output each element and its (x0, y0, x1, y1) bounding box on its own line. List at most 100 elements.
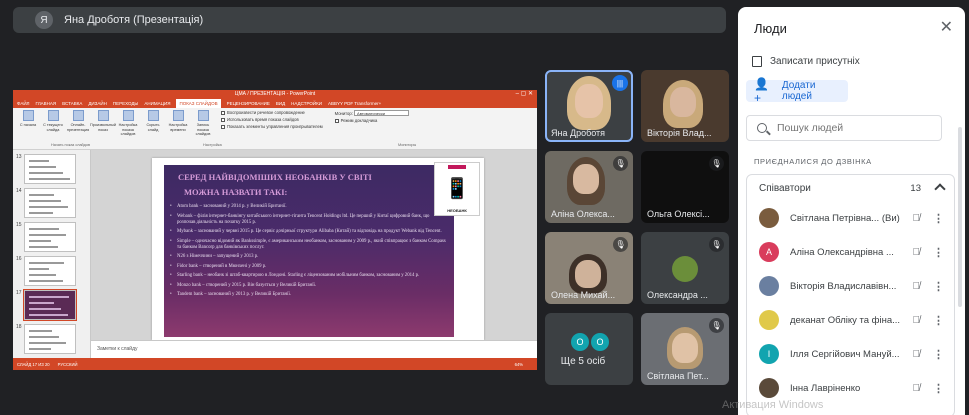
more-options-icon[interactable]: ⋮ (933, 382, 944, 395)
slide-bullet-list: Atom bank – заснований у 2014 р. у Велик… (170, 204, 448, 298)
ppt-ribbon: С начала С текущего слайда Онлайн-презента… (13, 108, 537, 150)
participant-face (575, 260, 601, 288)
more-options-icon[interactable]: ⋮ (933, 280, 944, 293)
presenter-avatar: Я (35, 11, 53, 29)
ribbon-button-label: Произвольный показ (90, 123, 116, 132)
participant-name: Ольга Олексі... (647, 209, 710, 219)
thumbnail-line (29, 234, 66, 236)
participant-row[interactable]: Вікторія Владиславівн... 🎙̸ ⋮ (747, 269, 954, 303)
group-header[interactable]: Співавтори 13 (747, 175, 954, 201)
participant-tile[interactable]: 🎙 Світлана Пет... (641, 313, 729, 385)
more-options-icon[interactable]: ⋮ (933, 348, 944, 361)
ribbon-monitor: Монитор: Автоматически Режим докладчика (334, 110, 410, 147)
participant-tile[interactable]: Вікторія Влад... (641, 70, 729, 142)
participant-tile[interactable]: ||| Яна Дроботя (545, 70, 633, 142)
monitor-label: Монитор: (334, 110, 353, 116)
slide-number: 16 (16, 256, 22, 262)
mic-off-icon: 🎙 (709, 237, 724, 252)
participant-row[interactable]: деканат Обліку та фіна... 🎙̸ ⋮ (747, 303, 954, 337)
presenter-bar[interactable]: Я Яна Дроботя (Презентація) (13, 7, 726, 33)
ribbon-button: Настройка показа слайдов (117, 110, 139, 147)
mic-off-icon[interactable]: 🎙̸ (913, 281, 921, 292)
mic-off-icon: 🎙 (613, 237, 628, 252)
windows-activation-watermark: Активация Windows (722, 399, 824, 411)
checkbox (221, 110, 225, 115)
record-attendance-button[interactable]: Записати присутніх (752, 56, 860, 67)
collaborators-group: Співавтори 13 Світлана Петрівна... (Ви) 🎙… (746, 174, 955, 415)
participant-face (575, 84, 603, 118)
presenter-view-check: Режим докладчика (334, 118, 409, 123)
thumbnail-line (29, 296, 69, 298)
ribbon-button: Запись показа слайдов (192, 110, 214, 147)
participant-row[interactable]: Світлана Петрівна... (Ви) 🎙̸ ⋮ (747, 201, 954, 235)
participant-tile[interactable]: 🎙 Олександра ... (641, 232, 729, 304)
more-options-icon[interactable]: ⋮ (933, 314, 944, 327)
ppt-tab: АНИМАЦИЯ (144, 101, 171, 106)
thumbnail-line (29, 280, 63, 282)
participant-face (672, 333, 698, 363)
person-add-icon: 👤+ (754, 77, 769, 105)
slide-bullet: Simple – одночасно відомий як Bankssimpl… (170, 239, 448, 251)
status-zoom: 64% (514, 361, 523, 367)
record-attendance-label: Записати присутніх (770, 56, 860, 67)
ribbon-icon (22, 110, 34, 121)
chevron-up-icon (934, 183, 946, 195)
ppt-tab: РЕЦЕНЗИРОВАНИЕ (226, 101, 270, 106)
slide-bullet: Tandem bank – заснований у 2013 р. у Вел… (170, 292, 448, 298)
mic-off-icon[interactable]: 🎙̸ (913, 213, 921, 224)
ribbon-checkbox: Использовать время показа слайдов (221, 117, 323, 122)
mic-off-icon: 🎙 (709, 318, 724, 333)
participant-tile[interactable]: 🎙 Олена Михай... (545, 232, 633, 304)
slide-number: 13 (16, 154, 22, 160)
ppt-window-title: ЦМА / ПРЕЗЕНТАЦІЯ - PowerPoint – ▢ ✕ (13, 90, 537, 99)
participant-tile[interactable]: 🎙 Ольга Олексі... (641, 151, 729, 223)
avatar (759, 208, 779, 228)
ribbon-icon (197, 110, 209, 121)
panel-scrollbar[interactable] (958, 127, 962, 307)
slide-thumbnail: 14 (16, 188, 76, 218)
others-count-label: Ще 5 осіб (560, 356, 606, 367)
logo-caption: НЕОБАНК (447, 208, 467, 213)
more-options-icon[interactable]: ⋮ (933, 246, 944, 259)
presenter-title: Яна Дроботя (Презентація) (64, 14, 204, 26)
slide-notes: Заметки к слайду (91, 340, 537, 358)
mic-off-icon[interactable]: 🎙̸ (913, 349, 921, 360)
thumbnail-line (29, 178, 70, 180)
ribbon-button: Настройка времени (167, 110, 189, 147)
mic-off-icon[interactable]: 🎙̸ (913, 315, 921, 326)
more-options-icon[interactable]: ⋮ (933, 212, 944, 225)
people-panel: Люди ✕ Записати присутніх 👤+ Додати люде… (738, 7, 965, 415)
search-box[interactable] (746, 115, 942, 141)
thumbnail-line (29, 194, 54, 196)
slide-bullet: Webank – філія інтернет-банкінгу китайсь… (170, 214, 448, 226)
others-tile[interactable]: О О Ще 5 осіб (545, 313, 633, 385)
checkbox-label: Воспроизвести речевое сопровождение (227, 110, 305, 115)
participant-row[interactable]: I Ілля Сергійович Мануй... 🎙̸ ⋮ (747, 337, 954, 371)
search-input[interactable] (777, 122, 927, 134)
participant-name: Аліна Олекса... (551, 209, 615, 219)
slide-bullet: N26 з Німеччини – запущений у 2013 р. (170, 254, 448, 260)
mic-off-icon[interactable]: 🎙̸ (913, 247, 921, 258)
mic-off-icon: 🎙 (709, 156, 724, 171)
phone-circuit-icon: 📱 (444, 177, 470, 200)
ppt-tab: ПЕРЕХОДЫ (112, 101, 139, 106)
participant-tile[interactable]: 🎙 Аліна Олекса... (545, 151, 633, 223)
logo-bar (448, 165, 466, 169)
avatar: A (759, 242, 779, 262)
close-icon[interactable]: ✕ (940, 17, 953, 37)
participant-row[interactable]: A Аліна Олександрівна ... 🎙̸ ⋮ (747, 235, 954, 269)
mic-off-icon[interactable]: 🎙̸ (913, 383, 921, 394)
ribbon-checkbox: Воспроизвести речевое сопровождение (221, 110, 323, 115)
add-people-button[interactable]: 👤+ Додати людей (746, 77, 848, 105)
ribbon-checkbox: Показать элементы управления проигрывате… (221, 124, 323, 129)
ppt-tab: НАДСТРОЙКИ (291, 101, 322, 106)
participant-row-name: Аліна Олександрівна ... (790, 246, 894, 258)
thumbnail-preview (24, 256, 76, 286)
ppt-tab: ДИЗАЙН (88, 101, 107, 106)
participant-row-name: Ілля Сергійович Мануй... (790, 348, 900, 360)
monitor-row: Монитор: Автоматически (334, 110, 410, 116)
thumbnail-preview (24, 188, 76, 218)
status-language: РУССКИЙ (57, 361, 78, 367)
ribbon-icon (172, 110, 184, 121)
slide-bullet: Mybank – заснований у червні 2015 р. Це … (170, 229, 448, 235)
